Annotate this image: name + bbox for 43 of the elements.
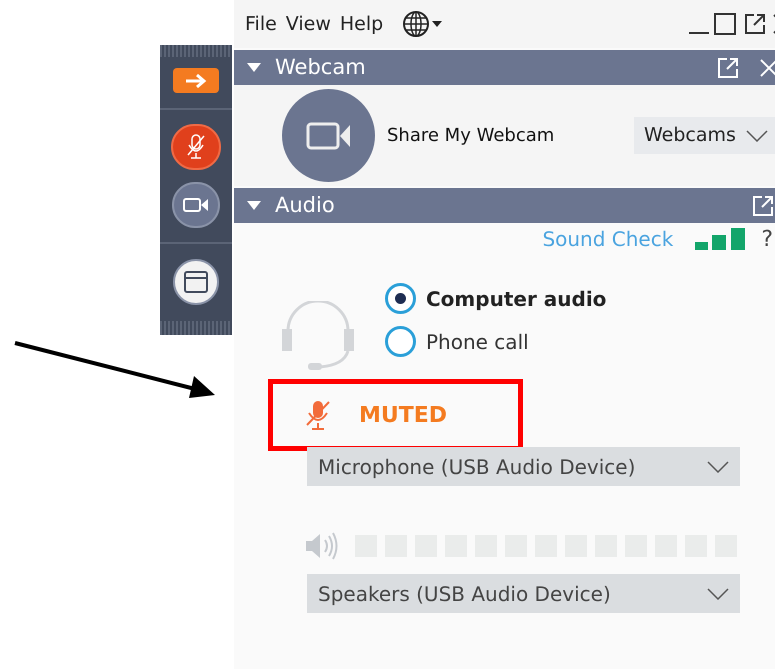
language-menu[interactable] <box>402 10 442 38</box>
panel-title: Audio <box>275 192 335 219</box>
radio-button[interactable] <box>385 283 416 314</box>
collapse-icon[interactable] <box>247 200 261 210</box>
help-button[interactable]: ? <box>761 222 773 256</box>
close-icon[interactable] <box>759 58 775 78</box>
radio-button[interactable] <box>385 326 416 357</box>
video-camera-icon <box>183 197 209 213</box>
grip-handle[interactable] <box>160 321 232 335</box>
window-icon <box>184 271 208 293</box>
webcam-dropdown[interactable]: Webcams <box>634 117 775 154</box>
microphone-button[interactable] <box>171 124 221 170</box>
panel-title: Webcam <box>275 54 366 81</box>
headset-icon <box>282 301 354 371</box>
muted-microphone-icon <box>305 399 331 431</box>
chevron-down-icon <box>707 460 729 472</box>
muted-microphone-icon <box>185 133 207 161</box>
panel-header[interactable]: Webcam <box>234 50 775 85</box>
audio-option[interactable]: Computer audio <box>385 283 606 314</box>
chevron-down-icon <box>707 588 729 600</box>
menu-item[interactable]: File <box>245 10 277 38</box>
grip-handle[interactable] <box>160 45 232 57</box>
video-camera-icon <box>306 120 352 150</box>
window-button[interactable] <box>173 259 219 305</box>
menu-item[interactable]: Help <box>340 10 384 38</box>
globe-icon <box>402 10 430 38</box>
webcam-button[interactable] <box>172 182 220 228</box>
device-dropdown[interactable]: Speakers (USB Audio Device) <box>307 574 740 613</box>
chevron-down-icon <box>746 130 768 142</box>
device-dropdown[interactable]: Microphone (USB Audio Device) <box>307 447 740 486</box>
collapse-toolbar-button[interactable] <box>173 68 219 93</box>
audio-option[interactable]: Phone call <box>385 326 606 357</box>
panel-header[interactable]: Audio <box>234 188 775 223</box>
share-webcam-label: Share My Webcam <box>387 124 554 148</box>
collapse-icon[interactable] <box>247 62 261 72</box>
maximize-icon[interactable] <box>714 13 736 35</box>
pop-out-icon[interactable] <box>744 13 766 35</box>
mute-status: MUTED <box>359 402 448 430</box>
arrow-right-icon <box>184 72 208 88</box>
speaker-icon <box>305 531 339 561</box>
menu-item[interactable]: View <box>286 10 331 38</box>
signal-bars-icon <box>695 228 748 250</box>
caret-icon <box>432 21 442 27</box>
